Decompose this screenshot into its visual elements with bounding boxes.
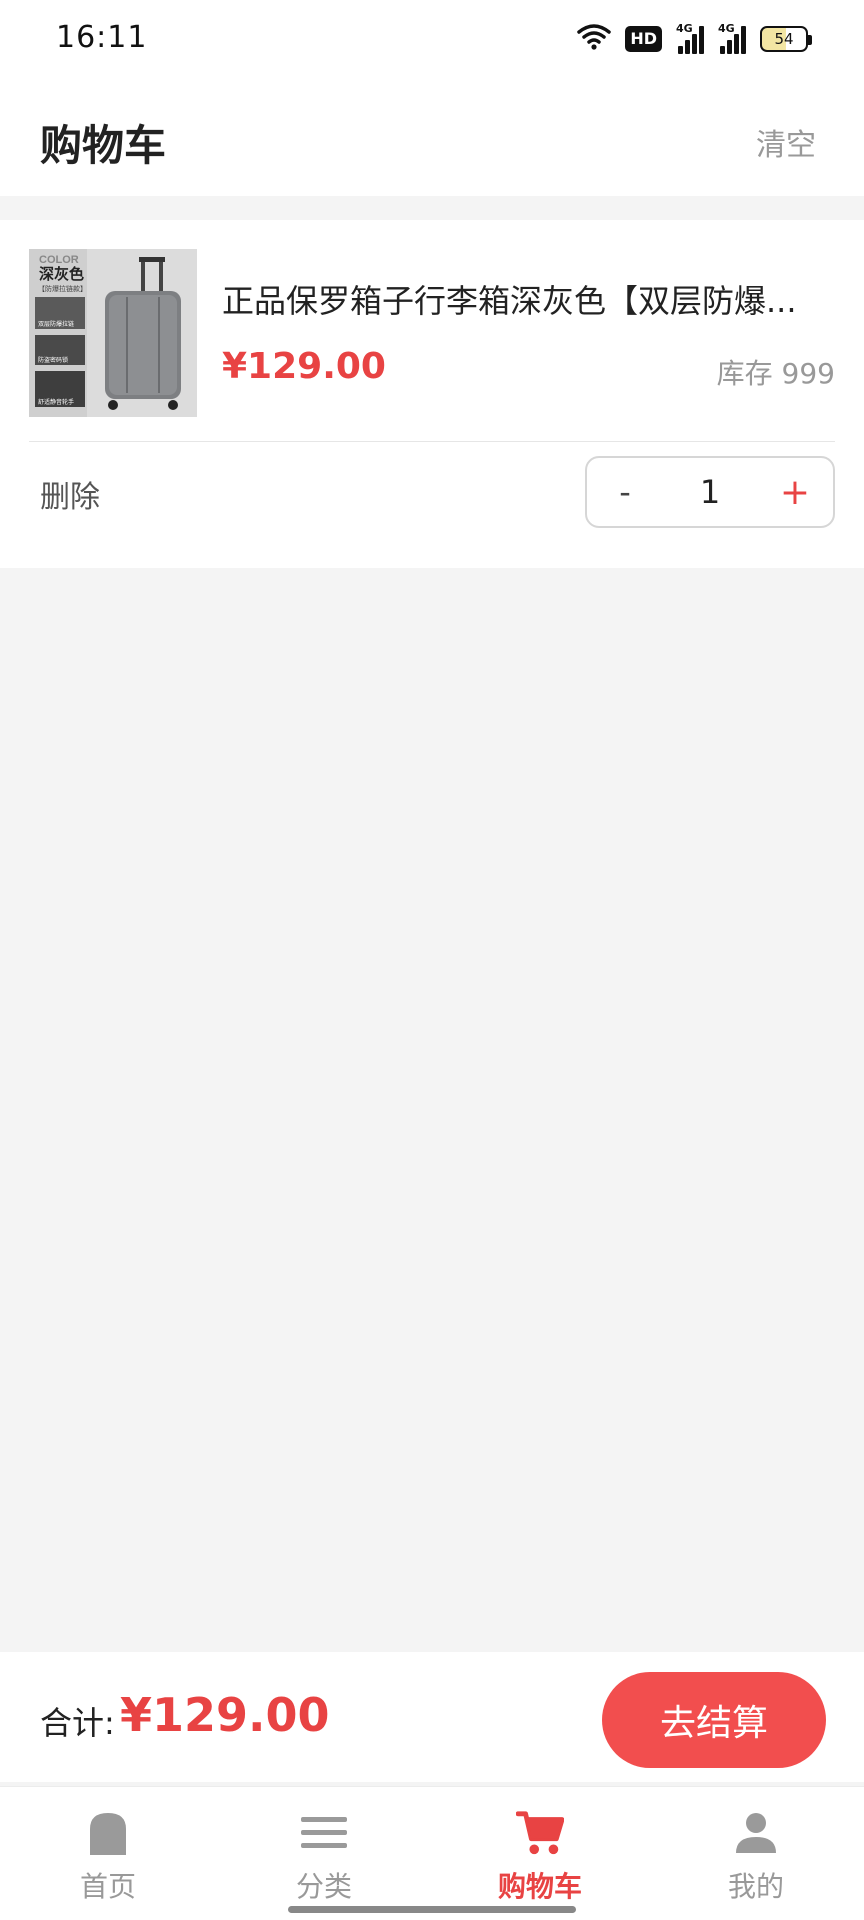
tab-label: 我的 <box>727 1870 784 1903</box>
bottom-tab-bar: 首页 分类 购物车 我的 <box>0 1786 864 1920</box>
thumb-feature-2: 防盗密码锁 <box>38 356 68 364</box>
tab-home[interactable]: 首页 <box>0 1787 216 1920</box>
tab-category[interactable]: 分类 <box>216 1787 432 1920</box>
checkout-bar: 合计: ¥129.00 去结算 <box>0 1652 864 1782</box>
thumb-feature-3: 舒适静音轮手 <box>38 398 74 406</box>
page-title: 购物车 <box>40 121 167 170</box>
quantity-decrease-button[interactable]: - <box>587 458 663 526</box>
checkout-button[interactable]: 去结算 <box>602 1672 826 1768</box>
product-name[interactable]: 正品保罗箱子行李箱深灰色【双层防爆... <box>222 276 832 322</box>
wifi-icon <box>577 23 612 55</box>
status-icons: HD 4G 4G 54 <box>577 22 812 56</box>
user-icon <box>732 1809 780 1857</box>
tab-profile[interactable]: 我的 <box>648 1787 864 1920</box>
thumb-color-name: 深灰色 <box>39 265 84 283</box>
product-image[interactable]: COLOR 深灰色 【防爆拉链款】 双层防爆拉链 防盗密码锁 舒适静音轮手 <box>29 249 197 417</box>
total-label: 合计: <box>40 1704 115 1742</box>
signal-4g-icon: 4G <box>676 22 704 54</box>
clear-cart-button[interactable]: 清空 <box>756 120 816 164</box>
signal-4g-icon: 4G <box>718 22 746 54</box>
delete-item-button[interactable]: 删除 <box>40 472 100 516</box>
cart-icon <box>516 1809 564 1857</box>
tab-label: 分类 <box>295 1870 352 1903</box>
item-divider <box>29 441 835 442</box>
cart-item: COLOR 深灰色 【防爆拉链款】 双层防爆拉链 防盗密码锁 舒适静音轮手 正品… <box>0 220 864 568</box>
thumb-feature-1: 双层防爆拉链 <box>38 320 74 328</box>
menu-icon <box>300 1809 348 1857</box>
battery-icon: 54 <box>760 26 812 52</box>
status-bar: 16:11 HD 4G 4G 54 <box>0 0 864 78</box>
network-type-label: 4G <box>718 22 735 35</box>
product-stock: 库存 999 <box>716 357 835 390</box>
home-indicator[interactable] <box>288 1906 576 1913</box>
home-icon <box>84 1809 132 1857</box>
tab-label: 首页 <box>79 1870 136 1903</box>
product-price: ¥129.00 <box>222 346 386 387</box>
status-time: 16:11 <box>56 20 148 55</box>
thumb-subtitle: 【防爆拉链款】 <box>38 284 87 293</box>
quantity-stepper: - 1 + <box>585 456 835 528</box>
total-value: ¥129.00 <box>120 1688 330 1742</box>
network-type-label: 4G <box>676 22 693 35</box>
page-header: 购物车 清空 <box>0 78 864 196</box>
quantity-increase-button[interactable]: + <box>757 458 833 526</box>
quantity-value[interactable]: 1 <box>700 473 720 511</box>
tab-label: 购物车 <box>497 1870 582 1903</box>
tab-cart[interactable]: 购物车 <box>432 1787 648 1920</box>
hd-icon: HD <box>625 26 662 52</box>
